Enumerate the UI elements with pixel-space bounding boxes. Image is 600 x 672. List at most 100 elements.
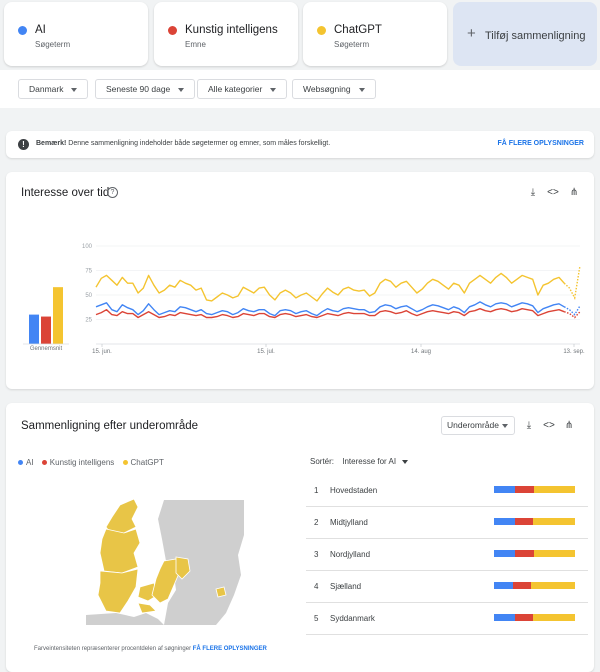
chevron-down-icon xyxy=(270,87,277,92)
term-type: Søgeterm xyxy=(334,40,370,49)
notice-bold: Bemærk! xyxy=(36,140,67,147)
download-icon[interactable]: ⤓ xyxy=(522,419,536,433)
share-segment xyxy=(494,550,516,557)
term-card-ai[interactable]: AI Søgeterm xyxy=(4,2,148,66)
term-type: Søgeterm xyxy=(35,40,71,49)
share-icon[interactable]: ⋔ xyxy=(562,419,576,433)
share-segment xyxy=(515,486,535,493)
region-name: Hovedstaden xyxy=(330,486,378,495)
card-title: Sammenligning efter underområde xyxy=(21,420,199,432)
term-card-kunstig-intelligens[interactable]: Kunstig intelligens Emne xyxy=(154,2,298,66)
region-row[interactable]: 3 Nordjylland xyxy=(306,539,588,571)
subregion-dropdown[interactable]: Underområde xyxy=(441,416,515,435)
share-segment xyxy=(532,518,575,525)
term-name: ChatGPT xyxy=(334,24,382,36)
average-label: Gennemsnit xyxy=(30,346,63,352)
notice-more-link[interactable]: FÅ FLERE OPLYSNINGER xyxy=(498,140,584,147)
region-rank: 3 xyxy=(314,550,319,559)
category-label: Alle kategorier xyxy=(208,84,263,94)
y-tick-label: 100 xyxy=(82,244,93,250)
share-segment xyxy=(494,614,516,621)
region-legend: AI Kunstig intelligens ChatGPT xyxy=(18,458,164,467)
sort-control[interactable]: Sortér: Interesse for AI xyxy=(310,457,409,466)
legend-ki: Kunstig intelligens xyxy=(49,458,115,467)
region-rank: 2 xyxy=(314,518,319,527)
legend-dot xyxy=(122,460,128,466)
notice-body: Denne sammenligning indeholder både søge… xyxy=(66,140,331,147)
term-name: Kunstig intelligens xyxy=(185,24,278,36)
term-color-dot xyxy=(317,26,326,35)
country-dropdown[interactable]: Danmark xyxy=(18,79,89,99)
y-tick-label: 50 xyxy=(85,293,92,299)
sort-value: Interesse for AI xyxy=(342,457,397,466)
footnote-more-link[interactable]: FÅ FLERE OPLYSNINGER xyxy=(193,646,267,652)
exclamation-icon: ! xyxy=(18,139,29,150)
average-bar xyxy=(53,287,63,344)
chart-lines xyxy=(95,265,581,319)
average-bar xyxy=(29,314,39,344)
x-axis-ticks: 15. jun. 15. jul. 14. aug 13. sep. xyxy=(92,344,585,355)
interest-over-time-card: Interesse over tid ? ⤓ <> ⋔ Gennemsnit 1… xyxy=(6,172,594,389)
chart-grid: 100 75 50 25 xyxy=(82,244,580,345)
notice-text: Bemærk! Denne sammenligning indeholder b… xyxy=(36,140,330,147)
term-color-dot xyxy=(18,26,27,35)
share-segment xyxy=(513,582,532,589)
share-segment xyxy=(494,518,516,525)
share-segment xyxy=(515,614,533,621)
term-name: AI xyxy=(35,24,46,36)
chevron-down-icon xyxy=(402,459,409,464)
notice-banner: ! Bemærk! Denne sammenligning indeholder… xyxy=(6,131,594,158)
category-dropdown[interactable]: Alle kategorier xyxy=(197,79,288,99)
region-row[interactable]: 2 Midtjylland xyxy=(306,507,588,539)
term-type: Emne xyxy=(185,40,206,49)
embed-code-icon[interactable]: <> xyxy=(542,419,556,433)
search-type-dropdown[interactable]: Websøgning xyxy=(292,79,376,99)
legend-ai: AI xyxy=(26,458,34,467)
region-name: Midtjylland xyxy=(330,518,368,527)
chevron-down-icon xyxy=(358,87,365,92)
chevron-down-icon xyxy=(71,87,78,92)
average-bar xyxy=(41,316,51,344)
chevron-down-icon xyxy=(178,87,185,92)
share-segment xyxy=(515,550,535,557)
y-tick-label: 75 xyxy=(85,269,92,275)
region-comparison-card: Sammenligning efter underområde Underomr… xyxy=(6,403,594,672)
region-share-bar xyxy=(494,518,575,525)
footnote-text: Farveintensiteten repræsenterer procentd… xyxy=(34,646,192,652)
x-tick-label: 15. jun. xyxy=(92,349,112,355)
region-share-bar xyxy=(494,614,575,621)
region-share-bar xyxy=(494,582,575,589)
region-name: Nordjylland xyxy=(330,550,371,559)
x-tick-label: 15. jul. xyxy=(257,349,275,355)
share-segment xyxy=(531,582,575,589)
share-segment xyxy=(534,486,575,493)
region-row[interactable]: 1 Hovedstaden xyxy=(306,475,588,507)
interest-chart: Gennemsnit 100 75 50 25 15. jun. 15. jul. 14.… xyxy=(23,244,585,355)
add-comparison-button[interactable]: + Tilføj sammenligning xyxy=(453,2,597,66)
share-segment xyxy=(494,486,516,493)
term-card-chatgpt[interactable]: ChatGPT Søgeterm xyxy=(303,2,447,66)
map-footnote: Farveintensiteten repræsenterer procentd… xyxy=(34,646,267,652)
search-type-label: Websøgning xyxy=(303,84,351,94)
region-name: Sjælland xyxy=(330,582,362,591)
y-tick-label: 25 xyxy=(85,318,92,324)
share-segment xyxy=(532,614,575,621)
region-share-bar xyxy=(494,550,575,557)
map-region-midtjylland xyxy=(99,528,141,574)
subregion-label: Underområde xyxy=(447,420,499,430)
share-segment xyxy=(515,518,533,525)
region-row[interactable]: 5 Syddanmark xyxy=(306,603,588,635)
average-bars xyxy=(23,287,69,345)
chevron-down-icon xyxy=(502,424,508,428)
period-dropdown[interactable]: Seneste 90 dage xyxy=(95,79,196,99)
help-icon[interactable]: ? xyxy=(107,187,118,198)
term-color-dot xyxy=(168,26,177,35)
series-line xyxy=(95,272,565,302)
sort-prefix: Sortér: xyxy=(310,457,335,466)
add-comparison-label: Tilføj sammenligning xyxy=(485,30,586,42)
region-rank: 1 xyxy=(314,486,319,495)
region-row[interactable]: 4 Sjælland xyxy=(306,571,588,603)
period-label: Seneste 90 dage xyxy=(106,84,171,94)
series-line-partial xyxy=(563,305,581,316)
denmark-map xyxy=(86,498,244,625)
